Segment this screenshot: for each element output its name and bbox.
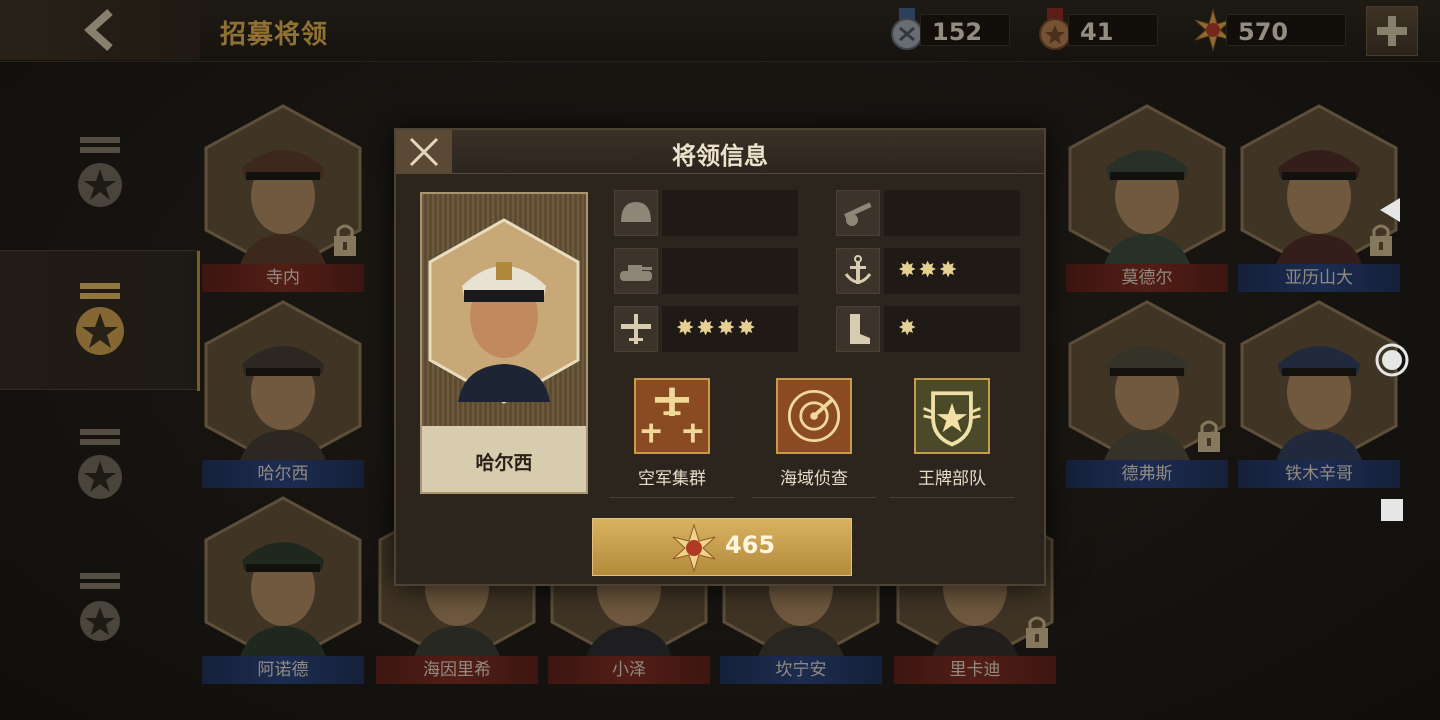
stat-bar (884, 190, 1020, 236)
game-screen: 招募将领 152 41 570 寺内 莫德尔 亚历山大 哈尔西 德弗斯 铁木辛哥… (0, 0, 1440, 720)
gold-star-medal-icon (672, 523, 716, 573)
helmet-icon (614, 190, 658, 236)
stat-infantry (614, 190, 800, 236)
recruit-cost-value: 465 (725, 531, 776, 559)
skill-sea-recon[interactable]: 海域侦查 (752, 378, 876, 498)
stat-bar (662, 190, 798, 236)
general-name: 哈尔西 (475, 452, 533, 474)
air-group-icon (634, 378, 710, 454)
skill-label: 空军集群 (610, 464, 734, 498)
airplane-icon (614, 306, 658, 352)
modal-title: 将领信息 (672, 142, 768, 170)
skill-ace-unit[interactable]: 王牌部队 (890, 378, 1014, 498)
anchor-icon (836, 248, 880, 294)
boot-icon (836, 306, 880, 352)
skill-label: 海域侦查 (752, 464, 876, 498)
general-info-modal: 将领信息 哈尔西 ✸✸✸ ✸✸✸✸ ✸ 空军集群 海域侦查 王牌部队 465 (394, 128, 1046, 586)
stat-stars: ✸ (898, 316, 919, 341)
general-portrait (428, 218, 580, 404)
nav-recents-icon[interactable] (1380, 498, 1404, 522)
stat-stars: ✸✸✸ (898, 258, 960, 283)
stat-air: ✸✸✸✸ (614, 306, 800, 352)
stat-bar (662, 248, 798, 294)
nav-home-icon[interactable] (1374, 342, 1410, 378)
ace-badge-icon (914, 378, 990, 454)
skill-air-group[interactable]: 空军集群 (610, 378, 734, 498)
nav-back-icon[interactable] (1378, 196, 1402, 224)
tank-icon (614, 248, 658, 294)
radar-icon (776, 378, 852, 454)
skill-label: 王牌部队 (890, 464, 1014, 498)
stat-artillery (836, 190, 1022, 236)
stat-stars: ✸✸✸✸ (676, 316, 758, 341)
stat-march: ✸ (836, 306, 1022, 352)
stat-armor (614, 248, 800, 294)
stat-navy: ✸✸✸ (836, 248, 1022, 294)
recruit-cost-button[interactable]: 465 (592, 518, 852, 576)
general-portrait-card: 哈尔西 (420, 192, 588, 494)
artillery-icon (836, 190, 880, 236)
modal-header: 将领信息 (396, 130, 1044, 174)
